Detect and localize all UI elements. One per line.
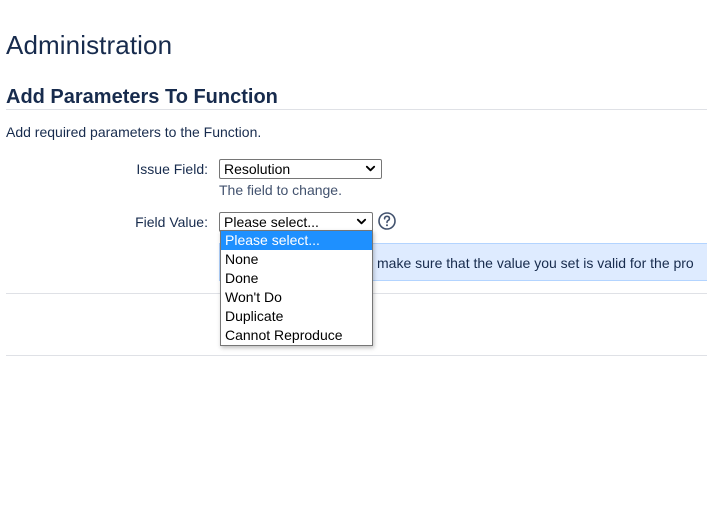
info-message-text: make sure that the value you set is vali… [377,255,694,271]
field-value-option[interactable]: Done [221,269,372,288]
chevron-down-icon [365,165,376,172]
section-description: Add required parameters to the Function. [6,124,262,140]
field-value-select[interactable]: Please select... [219,212,373,232]
field-value-option[interactable]: Duplicate [221,307,372,326]
footer-divider [6,355,707,356]
section-divider [6,109,707,110]
field-value-option[interactable]: Won't Do [221,288,372,307]
issue-field-selected-value: Resolution [224,161,291,177]
field-value-selected-value: Please select... [224,214,319,230]
section-title: Add Parameters To Function [6,86,278,108]
field-value-option[interactable]: None [221,250,372,269]
field-value-option[interactable]: Please select... [221,231,372,250]
chevron-down-icon [356,218,367,225]
issue-field-help: The field to change. [219,182,342,198]
administration-page: Administration Add Parameters To Functio… [0,0,707,532]
field-value-label: Field Value: [135,214,208,230]
issue-field-select[interactable]: Resolution [219,159,382,179]
question-circle-icon[interactable] [377,211,397,231]
field-value-option[interactable]: Cannot Reproduce [221,326,372,345]
page-title: Administration [6,30,173,60]
field-value-options-list[interactable]: Please select... None Done Won't Do Duplicat… [220,230,373,346]
issue-field-label: Issue Field: [136,161,208,177]
